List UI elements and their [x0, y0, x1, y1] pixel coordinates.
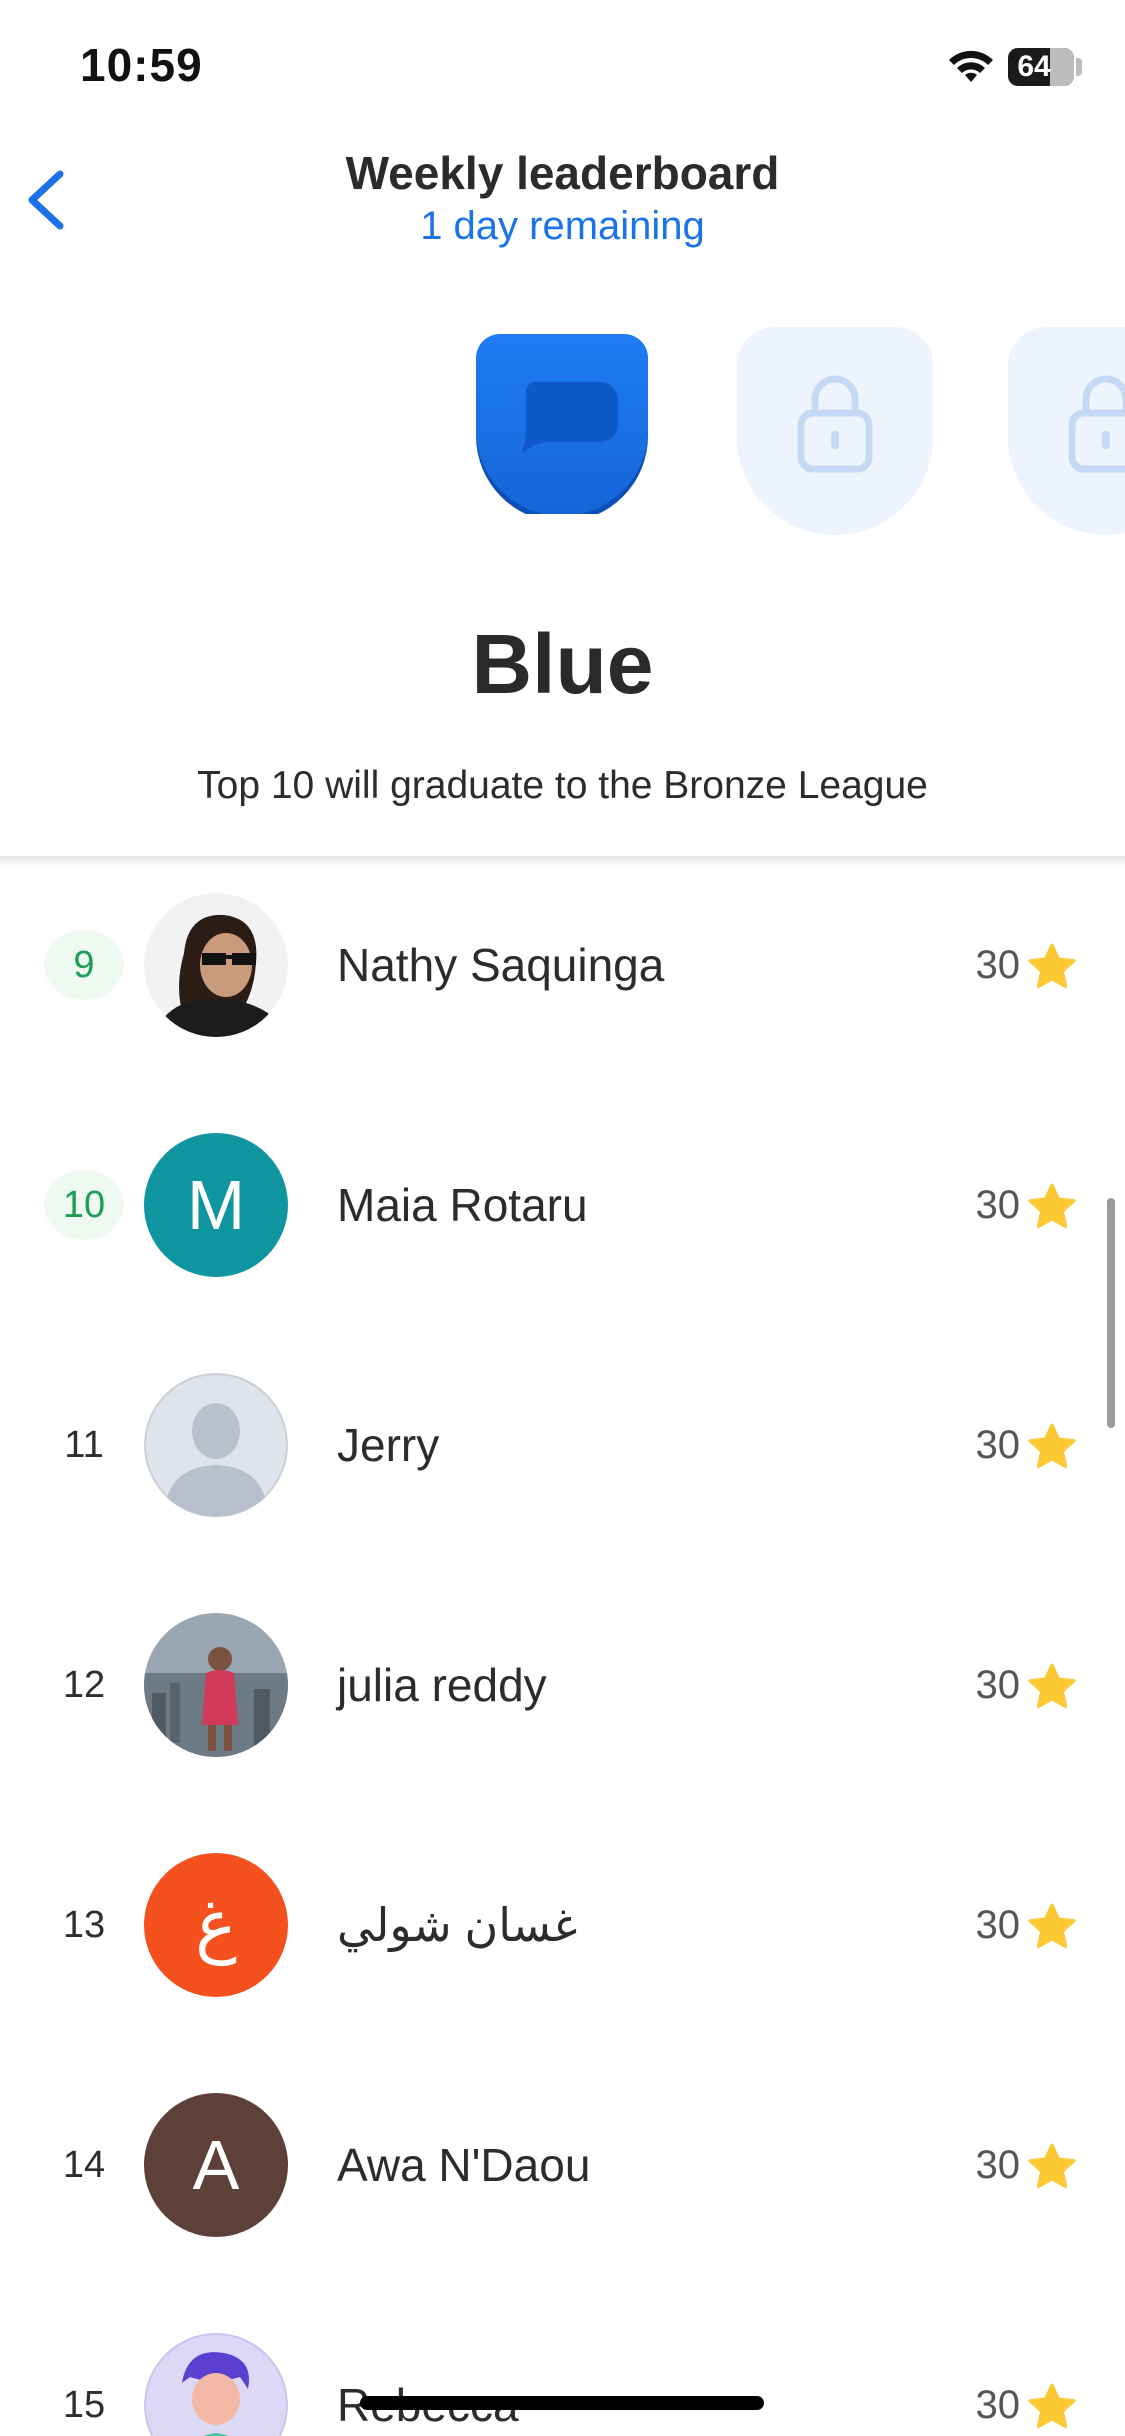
home-indicator[interactable] [360, 2396, 764, 2410]
leaderboard-row[interactable]: 12 julia reddy 30 [0, 1585, 1125, 1785]
user-illustration [144, 2333, 288, 2436]
wifi-icon [949, 50, 993, 82]
score-value: 30 [975, 1183, 1021, 1227]
leaderboard-row[interactable]: 10 M Maia Rotaru 30 [0, 1105, 1125, 1305]
star-icon [1028, 1423, 1076, 1469]
avatar [144, 893, 288, 1037]
score-value: 30 [975, 943, 1021, 987]
page-title: Weekly leaderboard [345, 147, 780, 199]
star-icon [1028, 943, 1076, 989]
league-badge-blue[interactable] [472, 330, 652, 514]
user-name: julia reddy [337, 1659, 547, 1711]
star-icon [1028, 1663, 1076, 1709]
star-icon [1028, 1183, 1076, 1229]
score-value: 30 [975, 1903, 1021, 1947]
rank-number: 13 [62, 1904, 106, 1946]
rank-number: 11 [64, 1424, 104, 1466]
rank-number: 12 [62, 1664, 106, 1706]
avatar [144, 1613, 288, 1757]
rank-number: 14 [62, 2144, 106, 2186]
user-photo [144, 1613, 288, 1757]
user-name: Jerry [337, 1419, 440, 1471]
leaderboard-row[interactable]: 14 A Awa N'Daou 30 [0, 2065, 1125, 2265]
avatar: M [144, 1133, 288, 1277]
time-remaining: 1 day remaining [420, 204, 705, 248]
league-promotion-info: Top 10 will graduate to the Bronze Leagu… [197, 764, 928, 807]
league-name: Blue [471, 617, 654, 711]
default-user-icon [144, 1373, 288, 1517]
score-value: 30 [975, 2383, 1021, 2427]
status-time: 10:59 [80, 39, 203, 91]
star-icon [1028, 1903, 1076, 1949]
rank-number: 10 [44, 1170, 124, 1240]
star-icon [1028, 2143, 1076, 2189]
user-name: Awa N'Daou [337, 2139, 591, 2191]
user-name: Nathy Saquinga [337, 939, 665, 991]
star-icon [1028, 2383, 1076, 2429]
rank-number: 9 [44, 930, 124, 1000]
avatar [144, 2333, 288, 2436]
user-name: Maia Rotaru [337, 1179, 588, 1231]
avatar-initial: غ [195, 1886, 237, 1964]
score-value: 30 [975, 2143, 1021, 2187]
avatar-initial: A [192, 2126, 240, 2204]
avatar: A [144, 2093, 288, 2237]
leaderboard-row[interactable]: 13 غ غسان شولي 30 [0, 1825, 1125, 2025]
avatar-initial: M [186, 1166, 246, 1244]
leaderboard-row[interactable]: 9 Nathy Saquinga 30 [0, 865, 1125, 1065]
leaderboard-row[interactable]: 11 Jerry 30 [0, 1345, 1125, 1545]
avatar [144, 1373, 288, 1517]
rank-number: 15 [62, 2384, 106, 2426]
battery-icon: 64 [1008, 48, 1074, 86]
league-badge-locked-1[interactable] [735, 325, 935, 537]
status-bar: 10:59 64 [0, 0, 1125, 140]
battery-nub [1076, 58, 1082, 76]
score-value: 30 [975, 1663, 1021, 1707]
league-badge-locked-2[interactable] [1006, 325, 1125, 537]
avatar: غ [144, 1853, 288, 1997]
leaderboard-screen: 10:59 64 Weekly leaderboard 1 day remain… [0, 0, 1125, 2436]
user-name: غسان شولي [337, 1899, 578, 1951]
scrollbar[interactable] [1107, 1198, 1115, 1428]
score-value: 30 [975, 1423, 1021, 1467]
battery-level: 64 [1017, 50, 1051, 83]
leaderboard-row[interactable]: 15 Rebecca 30 [0, 2305, 1125, 2436]
user-photo [144, 893, 288, 1037]
